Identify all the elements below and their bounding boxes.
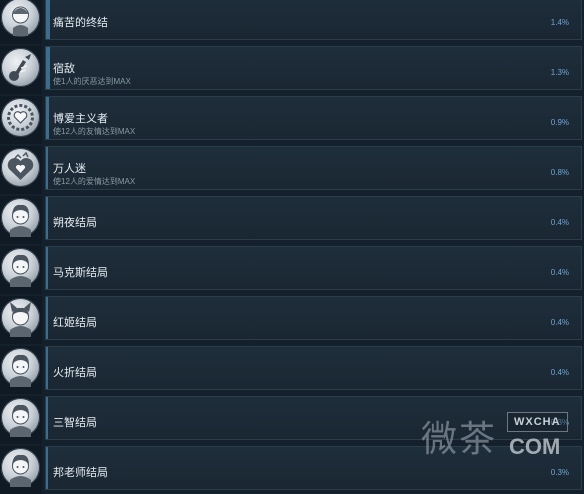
achievement-progress-bar: 博爱主义者使12人的友情达到MAX 0.9% — [45, 96, 582, 140]
achievement-progress-bar: 马克斯结局 0.4% — [45, 246, 582, 290]
achievement-icon-frame — [0, 296, 42, 344]
fox-girl-portrait-icon — [1, 298, 40, 337]
character-portrait-icon — [1, 198, 40, 237]
achievement-icon-frame — [0, 346, 42, 394]
achievement-unlock-percent: 0.3% — [550, 468, 569, 477]
character-portrait-icon — [1, 248, 40, 287]
achievement-progress-bar: 朔夜结局 0.4% — [45, 196, 582, 240]
achievement-unlock-percent: 0.4% — [550, 368, 569, 377]
achievement-progress-fill — [46, 347, 48, 389]
achievement-row[interactable]: 火折结局 0.4% — [0, 346, 584, 394]
heart-pile-icon — [1, 148, 40, 187]
broken-guitar-icon — [1, 48, 40, 87]
achievement-progress-bar: 万人迷使12人的爱情达到MAX 0.8% — [45, 146, 582, 190]
achievement-title: 博爱主义者 — [53, 113, 108, 125]
achievement-progress-fill — [46, 297, 48, 339]
character-portrait-icon — [1, 398, 40, 437]
achievement-progress-fill — [46, 47, 50, 89]
achievement-icon-frame — [0, 146, 42, 194]
achievement-unlock-percent: 0.3% — [550, 418, 569, 427]
achievement-row[interactable]: 三智结局 0.3% — [0, 396, 584, 444]
achievement-title: 邦老师结局 — [53, 467, 108, 479]
achievement-icon-frame — [0, 96, 42, 144]
achievement-icon-frame — [0, 196, 42, 244]
achievement-icon-frame — [0, 396, 42, 444]
achievement-progress-fill — [46, 147, 48, 189]
achievement-unlock-percent: 0.4% — [550, 218, 569, 227]
achievement-description: 使12人的友情达到MAX — [53, 127, 136, 136]
achievement-icon-frame — [0, 0, 42, 44]
achievement-title: 三智结局 — [53, 417, 97, 429]
achievement-title: 朔夜结局 — [53, 217, 97, 229]
achievement-unlock-percent: 0.8% — [550, 168, 569, 177]
achievement-row[interactable]: 宿敌使1人的厌恶达到MAX 1.3% — [0, 46, 584, 94]
heart-wreath-icon — [1, 98, 40, 137]
achievement-title: 宿敌 — [53, 63, 75, 75]
achievement-unlock-percent: 1.4% — [550, 18, 569, 27]
achievement-title: 万人迷 — [53, 163, 86, 175]
achievement-progress-bar: 邦老师结局 0.3% — [45, 446, 582, 490]
achievement-list: 痛苦的终结 1.4% 宿敌使1人的厌恶达到MAX 1.3% 博爱主义者使12人的友情达到… — [0, 0, 584, 494]
achievement-progress-bar: 痛苦的终结 1.4% — [45, 0, 582, 40]
achievement-progress-fill — [46, 247, 48, 289]
achievement-row[interactable]: 红姬结局 0.4% — [0, 296, 584, 344]
achievement-description: 使12人的爱情达到MAX — [53, 177, 136, 186]
achievement-icon-frame — [0, 46, 42, 94]
masked-face-icon — [1, 0, 40, 37]
character-portrait-icon — [1, 348, 40, 387]
achievement-unlock-percent: 1.3% — [550, 68, 569, 77]
achievement-progress-bar: 三智结局 0.3% — [45, 396, 582, 440]
achievement-row[interactable]: 万人迷使12人的爱情达到MAX 0.8% — [0, 146, 584, 194]
achievement-progress-fill — [46, 447, 48, 489]
achievement-unlock-percent: 0.4% — [550, 318, 569, 327]
achievement-progress-bar: 红姬结局 0.4% — [45, 296, 582, 340]
achievement-description: 使1人的厌恶达到MAX — [53, 77, 131, 86]
achievement-title: 红姬结局 — [53, 317, 97, 329]
achievement-progress-fill — [46, 397, 48, 439]
character-portrait-icon — [1, 448, 40, 487]
achievement-title: 痛苦的终结 — [53, 17, 108, 29]
achievement-icon-frame — [0, 246, 42, 294]
achievement-progress-fill — [46, 0, 50, 39]
achievement-row[interactable]: 博爱主义者使12人的友情达到MAX 0.9% — [0, 96, 584, 144]
achievement-icon-frame — [0, 446, 42, 494]
achievement-row[interactable]: 邦老师结局 0.3% — [0, 446, 584, 494]
achievement-row[interactable]: 痛苦的终结 1.4% — [0, 0, 584, 44]
achievement-unlock-percent: 0.9% — [550, 118, 569, 127]
achievement-progress-bar: 火折结局 0.4% — [45, 346, 582, 390]
achievement-progress-fill — [46, 97, 49, 139]
achievement-row[interactable]: 朔夜结局 0.4% — [0, 196, 584, 244]
achievement-title: 马克斯结局 — [53, 267, 108, 279]
achievement-progress-fill — [46, 197, 48, 239]
achievement-unlock-percent: 0.4% — [550, 268, 569, 277]
achievement-title: 火折结局 — [53, 367, 97, 379]
achievement-progress-bar: 宿敌使1人的厌恶达到MAX 1.3% — [45, 46, 582, 90]
achievement-row[interactable]: 马克斯结局 0.4% — [0, 246, 584, 294]
